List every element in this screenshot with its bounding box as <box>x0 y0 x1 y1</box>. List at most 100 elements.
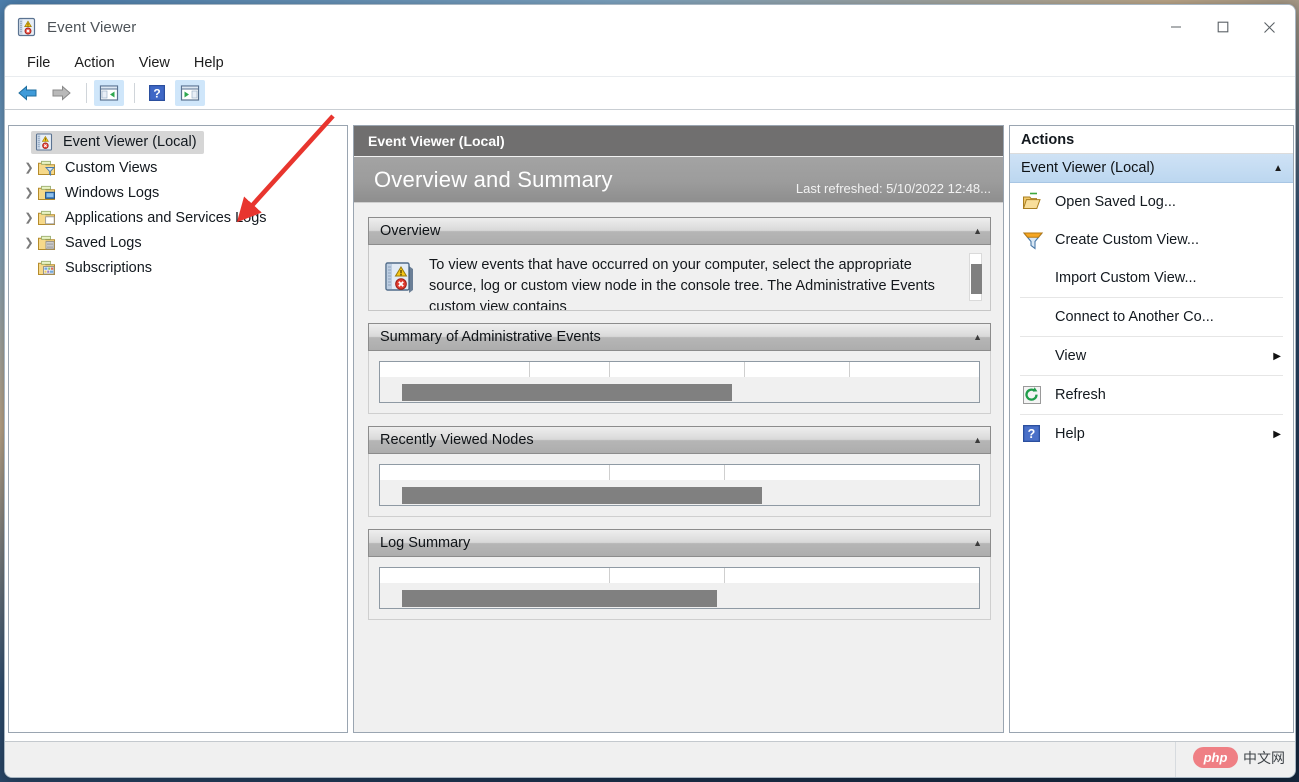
page-title: Overview and Summary <box>374 166 613 192</box>
action-import-custom-view[interactable]: Import Custom View... <box>1010 259 1293 297</box>
section-log-summary: Log Summary ▲ <box>368 529 991 620</box>
section-overview: Overview ▲ To view events that have occu… <box>368 217 991 311</box>
status-bar <box>5 741 1295 777</box>
chevron-right-icon[interactable]: ❯ <box>21 160 37 176</box>
section-title: Summary of Administrative Events <box>380 329 601 345</box>
open-folder-icon <box>1022 192 1044 212</box>
action-help[interactable]: ? Help ▶ <box>1010 415 1293 453</box>
action-connect-to-another-computer[interactable]: Connect to Another Co... <box>1010 298 1293 336</box>
action-label: Create Custom View... <box>1055 232 1199 248</box>
console-tree-pane: Event Viewer (Local) ❯ Custom Views ❯ Wi… <box>8 125 348 733</box>
svg-text:?: ? <box>153 87 160 101</box>
section-summary-header[interactable]: Summary of Administrative Events ▲ <box>368 323 991 351</box>
chevron-up-icon[interactable]: ▲ <box>973 332 982 342</box>
overview-scrollbar[interactable] <box>969 253 982 301</box>
section-log-summary-header[interactable]: Log Summary ▲ <box>368 529 991 557</box>
tree-item-windows-logs[interactable]: ❯ Windows Logs <box>9 180 347 205</box>
submenu-arrow-icon[interactable]: ▶ <box>1273 351 1281 362</box>
log-summary-table-placeholder[interactable] <box>379 567 980 609</box>
tree-item-applications-and-services-logs[interactable]: ❯ Applications and Services Logs <box>9 205 347 230</box>
chevron-right-icon[interactable]: ❯ <box>21 210 37 226</box>
no-icon <box>1022 268 1044 288</box>
menu-help[interactable]: Help <box>184 53 234 73</box>
tree-item-label: Subscriptions <box>65 259 153 276</box>
main-panes: Event Viewer (Local) ❯ Custom Views ❯ Wi… <box>5 110 1295 743</box>
tree-item-custom-views[interactable]: ❯ Custom Views <box>9 155 347 180</box>
event-viewer-window: Event Viewer File Action View Help ? Eve… <box>4 4 1296 778</box>
action-label: Refresh <box>1055 387 1106 403</box>
table-column <box>380 568 610 583</box>
table-column <box>380 362 530 377</box>
menu-file[interactable]: File <box>17 53 60 73</box>
maximize-button[interactable] <box>1199 5 1246 49</box>
actions-pane: Actions Event Viewer (Local) ▲ Open Save… <box>1009 125 1294 733</box>
folder-page-icon <box>37 209 57 227</box>
table-column <box>725 465 955 480</box>
table-column <box>610 568 725 583</box>
overview-scrollbar-thumb[interactable] <box>971 264 982 294</box>
tree-item-label: Custom Views <box>65 159 158 176</box>
tree-item-label: Applications and Services Logs <box>65 209 267 226</box>
table-column <box>610 465 725 480</box>
section-title: Recently Viewed Nodes <box>380 432 534 448</box>
section-recently-viewed-header[interactable]: Recently Viewed Nodes ▲ <box>368 426 991 454</box>
action-label: Open Saved Log... <box>1055 194 1176 210</box>
action-label: View <box>1055 348 1087 364</box>
actions-group-label: Event Viewer (Local) <box>1021 160 1155 176</box>
overview-description: To view events that have occurred on you… <box>429 257 935 311</box>
section-recently-viewed-nodes: Recently Viewed Nodes ▲ <box>368 426 991 517</box>
actions-group-header[interactable]: Event Viewer (Local) ▲ <box>1010 154 1293 183</box>
chevron-up-icon[interactable]: ▲ <box>973 435 982 445</box>
show-hide-action-pane-icon[interactable] <box>175 80 205 106</box>
action-view[interactable]: View ▶ <box>1010 337 1293 375</box>
action-open-saved-log[interactable]: Open Saved Log... <box>1010 183 1293 221</box>
folder-monitor-icon <box>37 184 57 202</box>
event-log-warning-error-icon <box>383 261 417 295</box>
center-body: Overview ▲ To view events that have occu… <box>354 203 1003 732</box>
close-button[interactable] <box>1246 5 1293 49</box>
tree-item-event-viewer-local[interactable]: Event Viewer (Local) <box>9 130 347 155</box>
menu-action[interactable]: Action <box>64 53 124 73</box>
chevron-right-icon[interactable]: ❯ <box>21 235 37 251</box>
section-overview-header[interactable]: Overview ▲ <box>368 217 991 245</box>
table-column <box>745 362 850 377</box>
submenu-arrow-icon[interactable]: ▶ <box>1273 429 1281 440</box>
forward-arrow-icon[interactable] <box>46 80 76 106</box>
table-column <box>850 362 890 377</box>
menu-bar: File Action View Help <box>5 49 1295 77</box>
tree-item-saved-logs[interactable]: ❯ Saved Logs <box>9 230 347 255</box>
show-hide-console-tree-icon[interactable] <box>94 80 124 106</box>
back-arrow-icon[interactable] <box>13 80 43 106</box>
minimize-button[interactable] <box>1152 5 1199 49</box>
table-row <box>402 384 732 401</box>
watermark-text: 中文网 <box>1243 749 1285 766</box>
tree-item-subscriptions[interactable]: Subscriptions <box>9 255 347 280</box>
no-icon <box>1022 346 1044 366</box>
action-create-custom-view[interactable]: Create Custom View... <box>1010 221 1293 259</box>
chevron-up-icon[interactable]: ▲ <box>973 226 982 236</box>
table-column <box>380 465 610 480</box>
toolbar-separator <box>86 83 87 103</box>
refresh-icon <box>1022 385 1044 405</box>
chevron-up-icon[interactable]: ▲ <box>1273 163 1283 174</box>
watermark: php 中文网 <box>1193 747 1285 768</box>
folder-subscription-icon <box>37 259 57 277</box>
no-icon <box>1022 307 1044 327</box>
folder-stack-icon <box>37 234 57 252</box>
section-recently-viewed-body <box>368 454 991 517</box>
help-icon[interactable]: ? <box>142 80 172 106</box>
summary-events-table-placeholder[interactable] <box>379 361 980 403</box>
recently-viewed-table-placeholder[interactable] <box>379 464 980 506</box>
filter-funnel-icon <box>1022 230 1044 250</box>
table-column <box>725 568 955 583</box>
actions-pane-caption: Actions <box>1010 126 1293 154</box>
action-refresh[interactable]: Refresh <box>1010 376 1293 414</box>
chevron-up-icon[interactable]: ▲ <box>973 538 982 548</box>
table-row <box>402 590 717 607</box>
chevron-right-icon[interactable]: ❯ <box>21 185 37 201</box>
section-summary-of-administrative-events: Summary of Administrative Events ▲ <box>368 323 991 414</box>
overview-hero: Overview and Summary Last refreshed: 5/1… <box>354 157 1003 203</box>
menu-view[interactable]: View <box>129 53 180 73</box>
tree-twisty-placeholder <box>21 260 37 276</box>
table-header-row <box>380 568 979 583</box>
